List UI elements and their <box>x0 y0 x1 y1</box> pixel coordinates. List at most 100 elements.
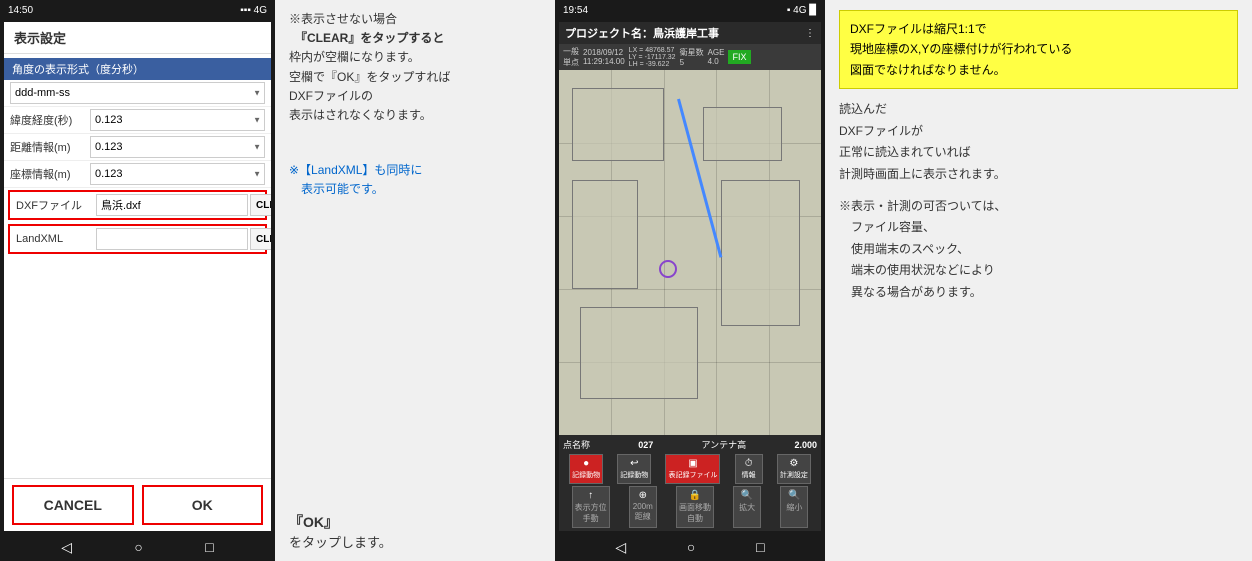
right-phone: 19:54 ▪ 4G ▉ プロジェクト名：鳥浜護岸工事 ⋮ 一般単点 2018/… <box>555 0 825 561</box>
cancel-button[interactable]: CANCEL <box>12 485 134 525</box>
building-2 <box>572 180 638 290</box>
left-time: 14:50 <box>8 5 33 16</box>
right-status-bar: 19:54 ▪ 4G ▉ <box>555 0 825 20</box>
square-icon[interactable]: □ <box>205 539 213 555</box>
desc-line4: 計測時画面上に表示されます。 <box>839 164 1238 186</box>
coords-label: 座標情報(m) <box>10 166 90 182</box>
left-status-bar: 14:50 ▪▪▪ 4G <box>0 0 275 20</box>
undo-label: 記録動物 <box>620 470 648 480</box>
date-info: 2018/09/1211:29:14.00 <box>583 48 625 66</box>
ok-label: 『OK』 <box>289 512 541 532</box>
crosshair-icon: ⊕ <box>639 490 647 501</box>
camera-label: 表記録ファイル <box>668 470 717 480</box>
age-info: AGE4.0 <box>708 48 725 66</box>
latitude-input[interactable] <box>90 109 265 131</box>
orientation-label: 表示方位手動 <box>575 502 607 524</box>
point-type: 一般単点 <box>563 46 579 68</box>
dxf-file-input[interactable] <box>96 194 248 216</box>
right-note: ※表示・計測の可否ついては、 ファイル容量、 使用端末のスペック、 端末の使用状… <box>839 196 1238 304</box>
info-icon: ⏱ <box>745 458 753 469</box>
record-button[interactable]: ● 記録動物 <box>569 454 603 484</box>
home-icon[interactable]: ○ <box>134 539 142 555</box>
map-screen: プロジェクト名：鳥浜護岸工事 ⋮ 一般単点 2018/09/1211:29:14… <box>559 22 821 531</box>
ok-button[interactable]: OK <box>142 485 264 525</box>
latitude-select-wrapper[interactable] <box>90 109 265 131</box>
yellow-info-box: DXFファイルは縮尺1:1で 現地座標のX,Yの座標付けが行われている 図面でな… <box>839 10 1238 89</box>
dxf-label: DXFファイル <box>16 197 96 213</box>
dialog-title: 表示設定 <box>4 22 271 54</box>
map-toolbar2: ↑ 表示方位手動 ⊕ 200m距線 🔒 画面移動自動 🔍 拡大 🔍 縮 <box>563 486 817 528</box>
zoom-in-icon: 🔍 <box>741 490 753 501</box>
left-battery-icon: ▪▪▪ 4G <box>240 5 267 16</box>
distance-select-wrapper[interactable] <box>90 136 265 158</box>
middle-text-section: ※表示させない場合 『CLEAR』をタップすると 枠内が空欄になります。 空欄で… <box>275 0 555 561</box>
left-phone-screen: 表示設定 角度の表示形式（度分秒） ddd-mm-ss 緯度経度(秒) 距離情報… <box>4 22 271 531</box>
right-description: 読込んだ DXFファイルが 正常に読込まれていれば 計測時画面上に表示されます。 <box>839 99 1238 185</box>
note-line2: ファイル容量、 <box>851 217 1238 239</box>
camera-button[interactable]: ▣ 表記録ファイル <box>665 454 720 484</box>
map-container[interactable] <box>559 70 821 435</box>
desc-line3: 正常に読込まれていれば <box>839 142 1238 164</box>
point-name-value: 027 <box>638 440 653 450</box>
building-3 <box>580 307 698 398</box>
info-button[interactable]: ⏱ 情報 <box>735 454 763 484</box>
lock-button[interactable]: 🔒 画面移動自動 <box>676 486 714 528</box>
instruction-line2: 『CLEAR』をタップすると <box>289 29 541 48</box>
fix-badge: FIX <box>728 50 750 64</box>
note-line4: 端末の使用状況などにより <box>851 260 1238 282</box>
coords-row: 座標情報(m) <box>4 161 271 188</box>
landxml-input[interactable] <box>96 228 248 250</box>
angle-select[interactable]: ddd-mm-ss <box>10 82 265 104</box>
crosshair-button[interactable]: ⊕ 200m距線 <box>629 486 657 528</box>
zoom-in-button[interactable]: 🔍 拡大 <box>733 486 761 528</box>
landxml-label: LandXML <box>16 233 96 245</box>
info-label: 情報 <box>742 470 756 480</box>
building-5 <box>721 180 800 326</box>
settings-icon: ⚙ <box>789 458 798 469</box>
landxml-clear-button[interactable]: CLEAR <box>250 228 271 250</box>
left-phone: 14:50 ▪▪▪ 4G 表示設定 角度の表示形式（度分秒） ddd-mm-ss… <box>0 0 275 561</box>
note-line1: ※表示・計測の可否ついては、 <box>839 196 1238 218</box>
zoom-in-label: 拡大 <box>739 502 755 513</box>
point-name-label: 点名称 <box>563 438 590 451</box>
right-back-icon[interactable]: ◁ <box>615 539 626 556</box>
section-label: 角度の表示形式（度分秒） <box>4 58 271 80</box>
map-toolbar: ● 記録動物 ↩ 記録動物 ▣ 表記録ファイル ⏱ 情報 ⚙ 計測設定 <box>563 454 817 484</box>
instruction-line5: DXFファイルの <box>289 87 541 106</box>
coords-select-wrapper[interactable] <box>90 163 265 185</box>
yellow-line3: 図面でなければなりません。 <box>850 60 1227 80</box>
desc-line1: 読込んだ <box>839 99 1238 121</box>
right-home-icon[interactable]: ○ <box>687 539 695 555</box>
instruction-line3: 枠内が空欄になります。 <box>289 48 541 67</box>
note-line5: 異なる場合があります。 <box>851 282 1238 304</box>
building-1 <box>572 88 664 161</box>
right-square-icon[interactable]: □ <box>756 539 764 555</box>
settings-label: 計測設定 <box>780 470 808 480</box>
map-header: プロジェクト名：鳥浜護岸工事 ⋮ <box>559 22 821 44</box>
distance-input[interactable] <box>90 136 265 158</box>
latitude-label: 緯度経度(秒) <box>10 112 90 128</box>
distance-label: 距離情報(m) <box>10 139 90 155</box>
coords-input[interactable] <box>90 163 265 185</box>
settings-button[interactable]: ⚙ 計測設定 <box>777 454 811 484</box>
undo-button[interactable]: ↩ 記録動物 <box>617 454 651 484</box>
back-icon[interactable]: ◁ <box>61 539 72 556</box>
dxf-row: DXFファイル CLEAR <box>8 190 267 220</box>
left-nav-bar: ◁ ○ □ <box>0 533 275 561</box>
record-icon: ● <box>583 458 589 469</box>
dxf-clear-button[interactable]: CLEAR <box>250 194 271 216</box>
map-menu-icon[interactable]: ⋮ <box>805 28 815 39</box>
up-icon: ↑ <box>588 490 593 501</box>
instruction-line6: 表示はされなくなります。 <box>289 106 541 125</box>
distance-row: 距離情報(m) <box>4 134 271 161</box>
map-info-bar: 一般単点 2018/09/1211:29:14.00 LX = 48768.57… <box>559 44 821 70</box>
zoom-out-label: 縮小 <box>786 502 802 513</box>
angle-select-row: ddd-mm-ss <box>4 80 271 107</box>
coords-info: LX = 48768.57LY = -17117.32LH = -39.622 <box>629 47 676 68</box>
yellow-line2: 現地座標のX,Yの座標付けが行われている <box>850 39 1227 59</box>
undo-icon: ↩ <box>630 458 638 469</box>
angle-select-wrapper[interactable]: ddd-mm-ss <box>10 82 265 104</box>
antenna-label: アンテナ高 <box>702 438 747 451</box>
zoom-out-button[interactable]: 🔍 縮小 <box>780 486 808 528</box>
orientation-button[interactable]: ↑ 表示方位手動 <box>572 486 610 528</box>
